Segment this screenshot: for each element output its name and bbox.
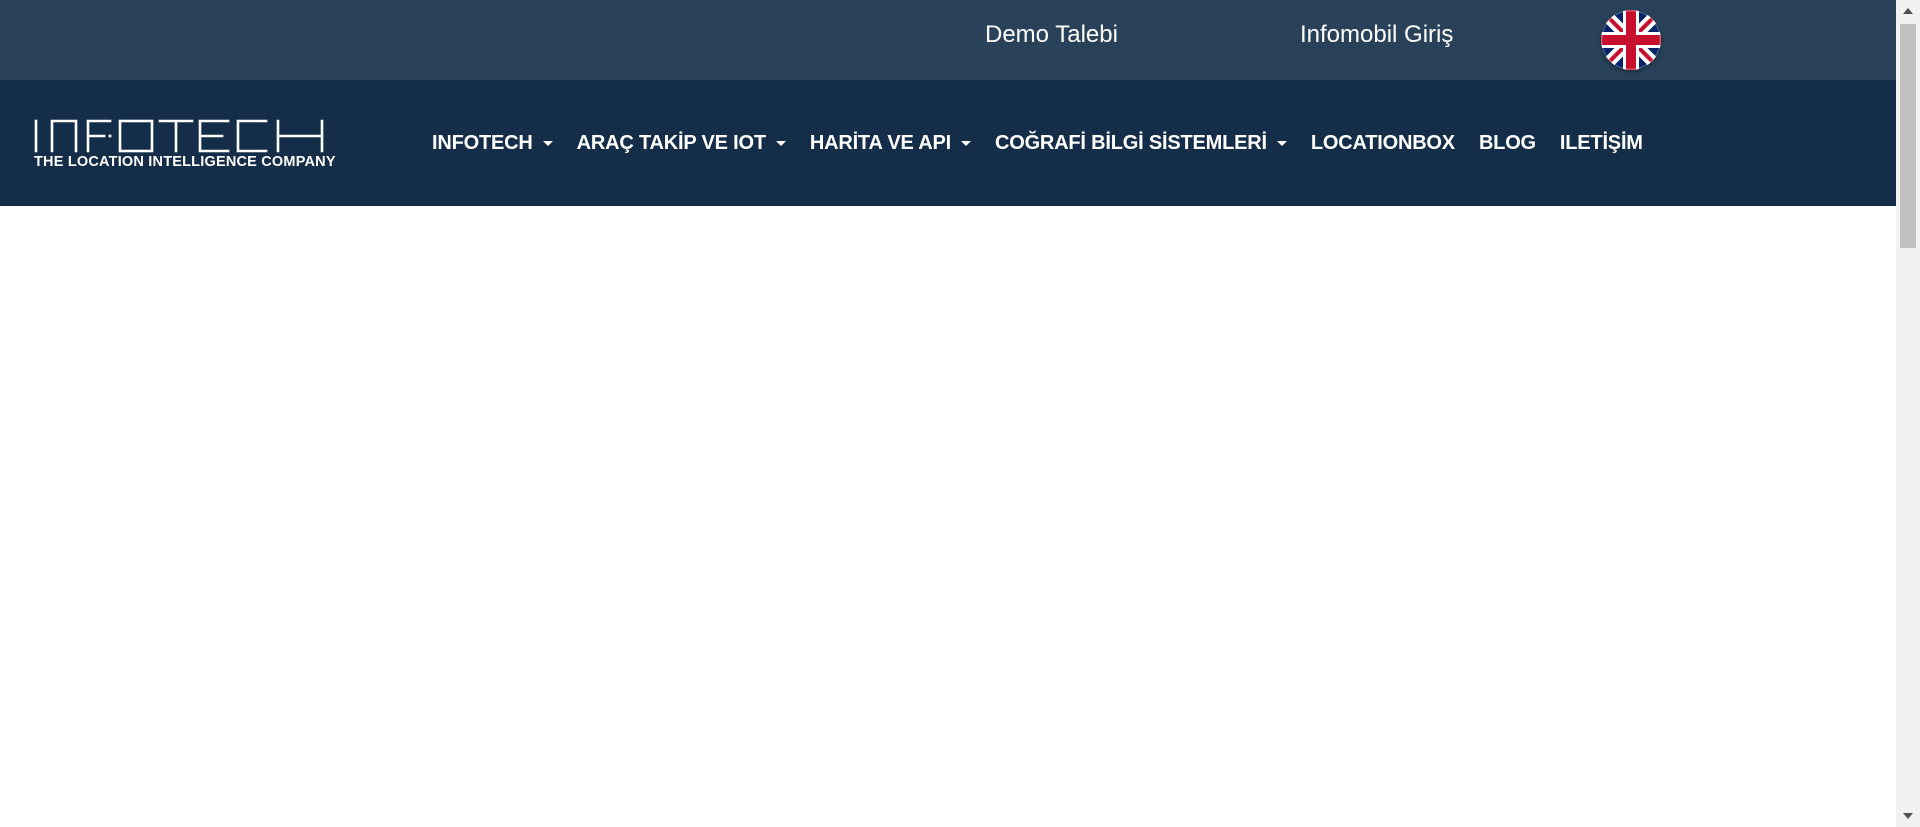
main-navbar: THE LOCATION INTELLIGENCE COMPANY INFOTE…: [0, 80, 1896, 206]
logo-wordmark: [34, 119, 324, 153]
caret-down-icon: [1276, 140, 1287, 146]
nav-item-label: BLOG: [1478, 131, 1536, 154]
nav-item-contact[interactable]: ILETİŞİM: [1560, 132, 1643, 155]
caret-down-icon: [960, 140, 971, 146]
top-bar: Demo Talebi Infomobil Giriş: [0, 0, 1896, 80]
nav-item-locationbox[interactable]: LOCATIONBOX: [1311, 132, 1455, 155]
nav-item-label: COĞRAFİ BİLGİ SİSTEMLERİ: [994, 131, 1267, 154]
nav-item-blog[interactable]: BLOG: [1479, 132, 1536, 155]
scroll-down-icon[interactable]: [1903, 813, 1913, 819]
infomobil-login-link[interactable]: Infomobil Giriş: [1300, 0, 1453, 70]
logo-tagline: THE LOCATION INTELLIGENCE COMPANY: [34, 154, 336, 170]
nav-item-gis[interactable]: COĞRAFİ BİLGİ SİSTEMLERİ: [995, 132, 1287, 155]
caret-down-icon: [542, 140, 553, 146]
nav-item-label: ILETİŞİM: [1559, 131, 1643, 154]
nav-item-label: LOCATIONBOX: [1310, 131, 1455, 154]
nav-item-vehicle-tracking-iot[interactable]: ARAÇ TAKİP VE IOT: [577, 132, 786, 155]
vertical-scrollbar[interactable]: [1896, 0, 1920, 827]
nav-item-label: INFOTECH: [432, 131, 533, 154]
scrollbar-thumb[interactable]: [1900, 24, 1916, 248]
scroll-up-icon[interactable]: [1903, 8, 1913, 14]
nav-item-label: ARAÇ TAKİP VE IOT: [576, 131, 766, 154]
infotech-logo[interactable]: THE LOCATION INTELLIGENCE COMPANY: [32, 118, 336, 174]
caret-down-icon: [775, 140, 786, 146]
uk-flag-icon[interactable]: [1601, 10, 1661, 70]
main-menu: INFOTECH ARAÇ TAKİP VE IOT HARİTA VE API…: [432, 80, 1643, 206]
nav-item-label: HARİTA VE API: [809, 131, 951, 154]
nav-item-infotech[interactable]: INFOTECH: [432, 132, 553, 155]
demo-request-link[interactable]: Demo Talebi: [985, 0, 1118, 70]
nav-item-map-api[interactable]: HARİTA VE API: [810, 132, 971, 155]
